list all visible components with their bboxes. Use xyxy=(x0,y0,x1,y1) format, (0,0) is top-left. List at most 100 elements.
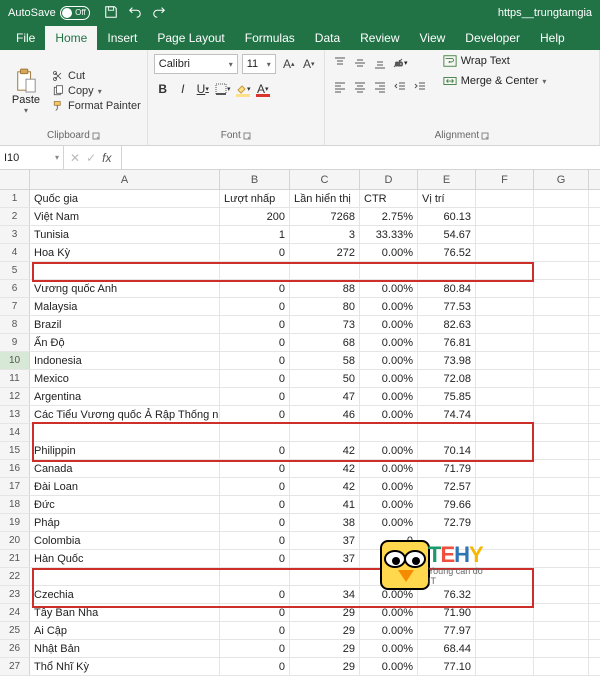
cell[interactable]: 0 xyxy=(220,370,290,387)
cell[interactable] xyxy=(534,424,589,441)
cell[interactable]: 0 xyxy=(220,298,290,315)
cell[interactable] xyxy=(534,298,589,315)
cell[interactable]: 0.00% xyxy=(360,316,418,333)
cell[interactable]: Lượt nhấp xyxy=(220,190,290,207)
cell[interactable]: 0 xyxy=(220,604,290,621)
tab-view[interactable]: View xyxy=(410,26,456,50)
cell[interactable] xyxy=(534,316,589,333)
row-header[interactable]: 7 xyxy=(0,298,30,315)
tab-insert[interactable]: Insert xyxy=(97,26,147,50)
cell[interactable] xyxy=(476,370,534,387)
cell[interactable] xyxy=(534,586,589,603)
cell[interactable]: 7268 xyxy=(290,208,360,225)
column-header-F[interactable]: F xyxy=(476,170,534,189)
cell[interactable]: Nhật Bản xyxy=(30,640,220,657)
cell[interactable]: Tunisia xyxy=(30,226,220,243)
tab-formulas[interactable]: Formulas xyxy=(235,26,305,50)
tab-page-layout[interactable]: Page Layout xyxy=(147,26,234,50)
cell[interactable]: 0 xyxy=(360,550,418,567)
cell[interactable] xyxy=(534,208,589,225)
wrap-text-button[interactable]: Wrap Text xyxy=(443,54,547,68)
cell[interactable] xyxy=(534,640,589,657)
row-header[interactable]: 16 xyxy=(0,460,30,477)
cell[interactable]: Czechia xyxy=(30,586,220,603)
cell[interactable]: 0.00% xyxy=(360,388,418,405)
cell[interactable]: Tây Ban Nha xyxy=(30,604,220,621)
cell[interactable]: 29 xyxy=(290,658,360,675)
column-header-G[interactable]: G xyxy=(534,170,589,189)
underline-button[interactable]: U▾ xyxy=(194,80,212,98)
cell[interactable] xyxy=(534,244,589,261)
cell[interactable]: 58 xyxy=(290,352,360,369)
decrease-font-icon[interactable]: A▾ xyxy=(300,55,318,73)
align-middle-icon[interactable] xyxy=(351,54,369,72)
cell[interactable]: 79.66 xyxy=(418,496,476,513)
column-header-E[interactable]: E xyxy=(418,170,476,189)
worksheet[interactable]: ABCDEFG 1Quốc giaLượt nhấpLần hiển thịCT… xyxy=(0,170,600,676)
cell[interactable]: 46 xyxy=(290,406,360,423)
cell[interactable]: 47 xyxy=(290,388,360,405)
cell[interactable]: 0 xyxy=(220,640,290,657)
cell[interactable] xyxy=(418,262,476,279)
cell[interactable] xyxy=(534,532,589,549)
align-bottom-icon[interactable] xyxy=(371,54,389,72)
increase-indent-icon[interactable] xyxy=(411,78,429,96)
cell[interactable] xyxy=(30,262,220,279)
orientation-icon[interactable]: ab▾ xyxy=(391,54,409,72)
cell[interactable]: 0 xyxy=(220,658,290,675)
cell[interactable] xyxy=(534,604,589,621)
italic-button[interactable]: I xyxy=(174,80,192,98)
cell[interactable] xyxy=(476,478,534,495)
row-header[interactable]: 24 xyxy=(0,604,30,621)
cell[interactable] xyxy=(534,370,589,387)
row-header[interactable]: 27 xyxy=(0,658,30,675)
row-header[interactable]: 23 xyxy=(0,586,30,603)
font-color-button[interactable]: A▾ xyxy=(254,80,272,98)
cell[interactable]: 74.74 xyxy=(418,406,476,423)
cell[interactable] xyxy=(476,226,534,243)
tab-file[interactable]: File xyxy=(6,26,45,50)
cell[interactable] xyxy=(534,334,589,351)
cell[interactable]: 0 xyxy=(220,388,290,405)
cell[interactable] xyxy=(476,496,534,513)
cell[interactable] xyxy=(476,352,534,369)
cell[interactable]: Hàn Quốc xyxy=(30,550,220,567)
row-header[interactable]: 4 xyxy=(0,244,30,261)
cell[interactable] xyxy=(220,424,290,441)
cell[interactable]: 77.97 xyxy=(418,622,476,639)
cell[interactable]: 0 xyxy=(220,622,290,639)
cell[interactable]: 75.85 xyxy=(418,388,476,405)
cell[interactable] xyxy=(534,262,589,279)
cell[interactable] xyxy=(476,442,534,459)
column-header-C[interactable]: C xyxy=(290,170,360,189)
cell[interactable]: 33.33% xyxy=(360,226,418,243)
font-name-combo[interactable]: Calibri▾ xyxy=(154,54,238,74)
enter-formula-icon[interactable]: ✓ xyxy=(86,151,96,165)
cell[interactable] xyxy=(534,496,589,513)
paste-button[interactable]: Paste ▾ xyxy=(6,54,46,128)
cell[interactable] xyxy=(476,568,534,585)
cell[interactable]: 200 xyxy=(220,208,290,225)
save-icon[interactable] xyxy=(104,5,118,22)
cell[interactable] xyxy=(476,406,534,423)
cell[interactable] xyxy=(220,568,290,585)
cell[interactable] xyxy=(534,442,589,459)
cell[interactable] xyxy=(534,280,589,297)
cell[interactable] xyxy=(476,334,534,351)
cell[interactable]: 80 xyxy=(290,298,360,315)
cell[interactable]: 80.84 xyxy=(418,280,476,297)
cell[interactable] xyxy=(476,262,534,279)
autosave-toggle[interactable]: AutoSave Off xyxy=(8,6,90,20)
cell[interactable]: 0.00% xyxy=(360,442,418,459)
row-header[interactable]: 2 xyxy=(0,208,30,225)
cell[interactable]: 0 xyxy=(220,280,290,297)
cell[interactable]: 0 xyxy=(220,334,290,351)
cell[interactable] xyxy=(290,424,360,441)
cell[interactable]: 76.52 xyxy=(418,244,476,261)
cell[interactable]: 82.63 xyxy=(418,316,476,333)
cell[interactable]: 34 xyxy=(290,586,360,603)
cell[interactable]: Argentina xyxy=(30,388,220,405)
cell[interactable]: 0 xyxy=(220,316,290,333)
cell[interactable] xyxy=(534,226,589,243)
cell[interactable]: 0.00% xyxy=(360,496,418,513)
